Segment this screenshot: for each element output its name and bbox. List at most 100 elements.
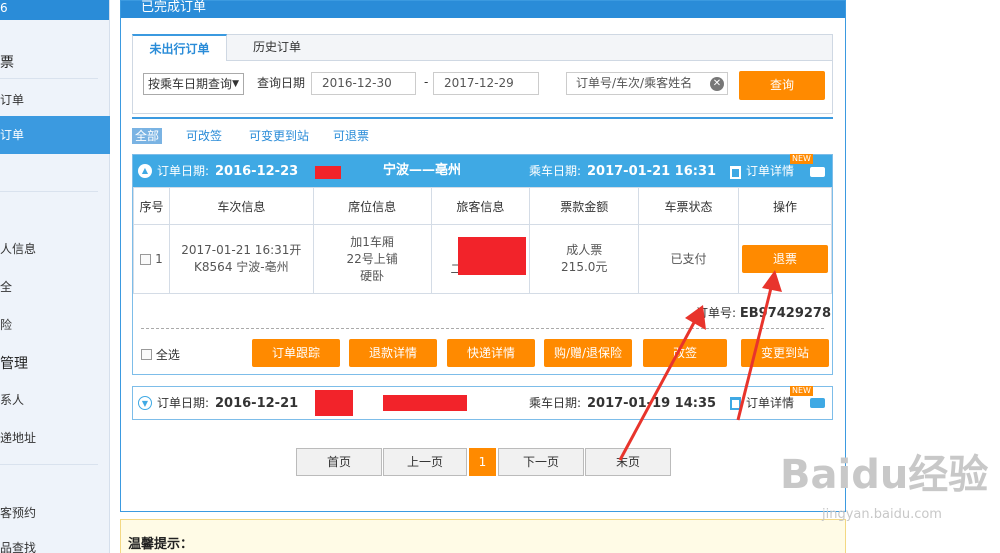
sidebar-item-management[interactable]: 管理 xyxy=(0,353,98,373)
seat-car: 加1车厢 xyxy=(350,234,394,249)
document-icon xyxy=(730,166,741,179)
sidebar-divider xyxy=(0,78,98,79)
dropdown-arrow-icon: ▼ xyxy=(232,79,239,89)
date-separator: - xyxy=(424,75,429,89)
order-header: ▲ 订单日期: 2016-12-23 宁波——亳州 乘车日期: 2017-01-… xyxy=(133,154,832,187)
search-button[interactable]: 查询 xyxy=(739,71,825,100)
notice-title: 温馨提示： xyxy=(128,537,194,552)
filter-divider xyxy=(132,117,833,119)
next-page-button[interactable]: 下一页 xyxy=(498,448,584,476)
date-label: 查询日期 xyxy=(257,76,306,90)
order-detail-link[interactable]: 订单详情 xyxy=(746,155,794,187)
panel-title: 已完成订单 xyxy=(121,1,845,18)
column-header: 车次信息 xyxy=(168,187,314,225)
index-cell: 1 xyxy=(133,224,170,294)
sidebar-item-tickets[interactable]: 票 xyxy=(0,52,98,72)
clear-icon[interactable]: ✕ xyxy=(710,77,724,91)
ride-date: 2017-01-21 16:31 xyxy=(587,164,717,179)
train-departure: 2017-01-21 16:31开 xyxy=(181,243,302,257)
sidebar-item-completed-orders[interactable]: 订单 xyxy=(0,116,110,154)
query-type-select[interactable]: 按乘车日期查询 ▼ xyxy=(143,73,244,95)
prev-page-button[interactable]: 上一页 xyxy=(383,448,467,476)
first-page-button[interactable]: 首页 xyxy=(296,448,382,476)
column-header: 席位信息 xyxy=(312,187,432,225)
order-number-value: EB97429278 xyxy=(739,306,832,321)
ride-date-label: 乘车日期: xyxy=(529,164,582,178)
sidebar-item-security[interactable]: 全 xyxy=(0,278,98,295)
tab-history-orders[interactable]: 历史订单 xyxy=(229,34,325,61)
filter-changeable[interactable]: 可改签 xyxy=(186,128,222,144)
table-row: 1 2017-01-21 16:31开 K8564 宁波-亳州 加1车厢 22号上铺… xyxy=(133,224,833,294)
ticket-table: 序号 车次信息 席位信息 旅客信息 票款金额 车票状态 操作 1 2017-01… xyxy=(133,187,833,294)
tab-bar: 未出行订单 历史订单 xyxy=(132,34,832,61)
sidebar-item-orders[interactable]: 订单 xyxy=(0,91,98,108)
filter-refundable[interactable]: 可退票 xyxy=(333,128,369,144)
page-number-button[interactable]: 1 xyxy=(469,448,496,476)
order-date-label: 订单日期: xyxy=(157,396,210,410)
seat-cell: 加1车厢 22号上铺 硬卧 xyxy=(312,224,432,294)
seat-berth: 22号上铺 xyxy=(346,251,398,266)
order-date-label: 订单日期: xyxy=(157,164,210,178)
fare-cell: 成人票 215.0元 xyxy=(529,224,640,294)
express-detail-button[interactable]: 快递详情 xyxy=(447,339,535,367)
change-ticket-button[interactable]: 改签 xyxy=(643,339,727,367)
watermark: Baidu经验 jingyan.baidu.com xyxy=(760,442,988,532)
table-header-row: 序号 车次信息 席位信息 旅客信息 票款金额 车票状态 操作 xyxy=(133,187,833,225)
redacted-block xyxy=(315,390,353,416)
print-icon[interactable] xyxy=(810,167,825,177)
order-card-collapsed: ▼ 订单日期: 2016-12-21 乘车日期: 2017-01-19 14:3… xyxy=(132,386,833,420)
insurance-button[interactable]: 购/赠/退保险 xyxy=(544,339,632,367)
fare-amount: 215.0元 xyxy=(561,260,608,274)
refund-detail-button[interactable]: 退款详情 xyxy=(349,339,437,367)
status-cell: 已支付 xyxy=(638,224,739,294)
expand-icon[interactable]: ▼ xyxy=(138,396,152,410)
date-to-input[interactable]: 2017-12-29 xyxy=(433,72,539,95)
action-bar: 订单跟踪 退款详情 快递详情 购/赠/退保险 改签 变更到站 xyxy=(133,339,832,367)
tab-upcoming-orders[interactable]: 未出行订单 xyxy=(132,34,227,61)
last-page-button[interactable]: 末页 xyxy=(585,448,671,476)
sidebar-divider xyxy=(0,464,98,465)
row-checkbox[interactable] xyxy=(140,253,152,265)
order-card: ▲ 订单日期: 2016-12-23 宁波——亳州 乘车日期: 2017-01-… xyxy=(132,154,833,375)
fare-type: 成人票 xyxy=(566,243,603,257)
print-icon[interactable] xyxy=(810,398,825,408)
watermark-brand: Baidu经验 xyxy=(780,452,989,498)
sidebar-item-contacts[interactable]: 系人 xyxy=(0,391,98,408)
redacted-block xyxy=(315,166,341,179)
change-station-button[interactable]: 变更到站 xyxy=(741,339,829,367)
sidebar-header: 6 xyxy=(0,0,109,20)
sidebar-item-personal-info[interactable]: 人信息 xyxy=(0,240,98,257)
filter-change-station[interactable]: 可变更到站 xyxy=(249,128,309,144)
sidebar-item-lost-found[interactable]: 品查找 xyxy=(0,539,98,553)
route: 宁波——亳州 xyxy=(383,163,462,178)
document-icon xyxy=(730,397,741,410)
sidebar-divider xyxy=(0,191,98,192)
train-cell: 2017-01-21 16:31开 K8564 宁波-亳州 xyxy=(168,224,314,294)
keyword-placeholder: 订单号/车次/乘客姓名 xyxy=(576,76,693,90)
filter-all[interactable]: 全部 xyxy=(132,128,163,144)
new-badge: NEW xyxy=(790,154,813,164)
collapse-icon[interactable]: ▲ xyxy=(138,164,152,178)
sidebar: 6 票 订单 订单 人信息 全 险 管理 系人 递地址 客预约 品查找 xyxy=(0,0,110,553)
order-date: 2016-12-23 xyxy=(215,164,299,179)
keyword-input[interactable]: 订单号/车次/乘客姓名 ✕ xyxy=(566,72,728,95)
sidebar-item-reservation[interactable]: 客预约 xyxy=(0,504,98,521)
sidebar-item-insurance[interactable]: 险 xyxy=(0,316,98,333)
row-index: 1 xyxy=(155,251,163,266)
refund-button[interactable]: 退票 xyxy=(741,245,828,273)
order-number: 订单号: EB97429278 xyxy=(696,304,831,321)
train-number: K8564 宁波-亳州 xyxy=(194,260,289,274)
date-from-input[interactable]: 2016-12-30 xyxy=(311,72,416,95)
ride-date-label: 乘车日期: xyxy=(529,396,582,410)
notice-bar: 温馨提示： xyxy=(120,519,846,553)
pagination: 首页 上一页 1 下一页 末页 xyxy=(296,448,671,476)
column-header: 序号 xyxy=(133,187,170,225)
order-tracking-button[interactable]: 订单跟踪 xyxy=(252,339,340,367)
column-header: 票款金额 xyxy=(529,187,640,225)
watermark-url: jingyan.baidu.com xyxy=(822,507,942,522)
page-root: 6 票 订单 订单 人信息 全 险 管理 系人 递地址 客预约 品查找 已完成订… xyxy=(0,0,1000,553)
column-header: 车票状态 xyxy=(638,187,739,225)
order-detail-link[interactable]: 订单详情 xyxy=(746,387,794,419)
column-header: 旅客信息 xyxy=(430,187,531,225)
sidebar-item-address[interactable]: 递地址 xyxy=(0,429,98,446)
